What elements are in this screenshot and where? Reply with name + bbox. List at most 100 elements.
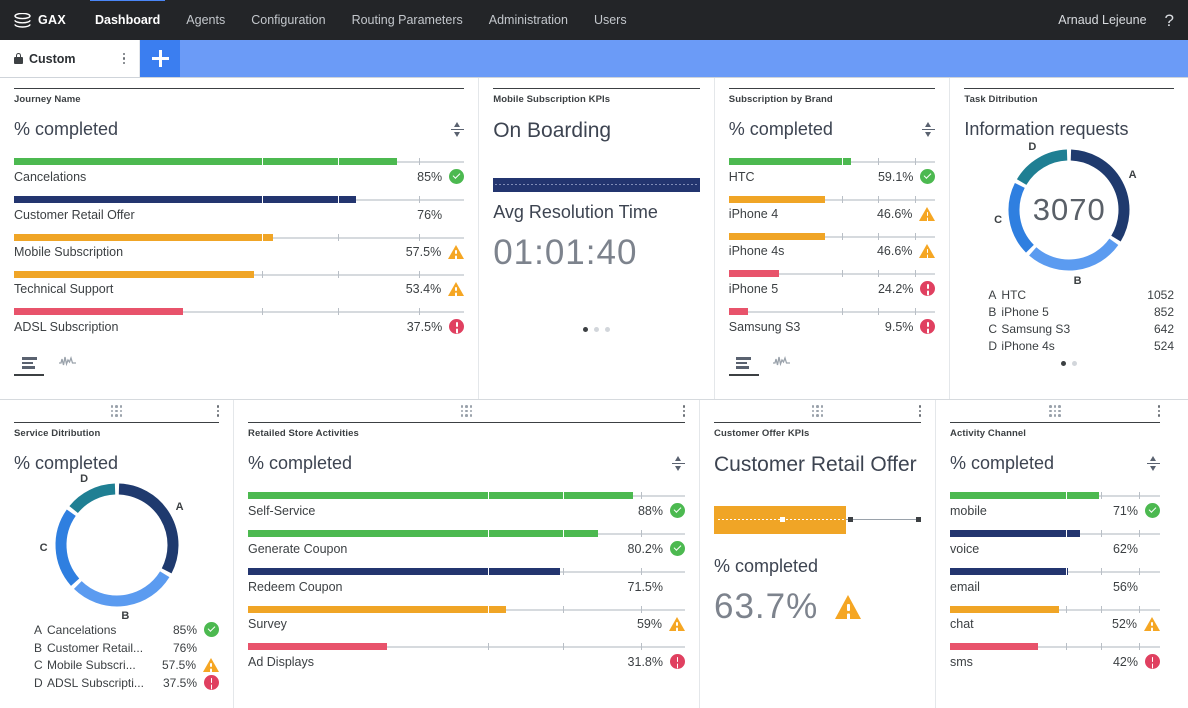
dashboard-tab-custom[interactable]: Custom — [0, 40, 140, 77]
bar-item[interactable]: email56% — [950, 568, 1160, 594]
pager-dot[interactable] — [594, 327, 599, 332]
bar-list: Self-Service88% Generate Coupon80.2% Redee… — [248, 492, 685, 669]
sort-toggle-button[interactable] — [1147, 455, 1160, 472]
bar-item[interactable]: Samsung S39.5% — [729, 308, 936, 334]
bar-tick — [915, 233, 916, 240]
bar-item[interactable]: iPhone 446.6% — [729, 196, 936, 221]
tab-bar-chart[interactable] — [729, 352, 759, 376]
bar-tick — [563, 606, 564, 613]
drag-handle-icon[interactable] — [1049, 405, 1061, 417]
widget-controls — [234, 400, 699, 422]
dashboard-tab-label: Custom — [29, 52, 113, 66]
bar-item[interactable]: Survey59% — [248, 606, 685, 631]
kpi-metric-value-text: 63.7% — [714, 587, 818, 627]
nav-item-dashboard[interactable]: Dashboard — [82, 0, 173, 40]
nav-item-routing-parameters[interactable]: Routing Parameters — [339, 0, 476, 40]
bar-item[interactable]: Ad Displays31.8% — [248, 643, 685, 669]
bar-item[interactable]: Mobile Subscription57.5% — [14, 234, 464, 259]
nav-item-agents[interactable]: Agents — [173, 0, 238, 40]
nav-item-configuration[interactable]: Configuration — [238, 0, 338, 40]
bar-item[interactable]: Customer Retail Offer76% — [14, 196, 464, 222]
gauge-marker-current[interactable] — [848, 517, 853, 522]
bar-row: HTC59.1% — [729, 169, 936, 184]
bar-track — [950, 606, 1160, 613]
drag-handle-icon[interactable] — [461, 405, 473, 417]
donut-segment[interactable] — [77, 574, 164, 601]
success-icon — [670, 503, 685, 518]
bar-tick — [563, 529, 564, 538]
widget-menu-icon[interactable] — [915, 403, 926, 419]
widget-menu-icon[interactable] — [679, 403, 690, 419]
donut-segment[interactable] — [1022, 155, 1067, 182]
bar-item[interactable]: ADSL Subscription37.5% — [14, 308, 464, 334]
donut-segment[interactable] — [118, 489, 172, 571]
bar-fill — [950, 568, 1068, 575]
bar-tick — [915, 270, 916, 277]
dashboard-tab-menu-icon[interactable] — [119, 51, 130, 67]
widget-title: % completed — [729, 119, 833, 140]
bar-item[interactable]: Redeem Coupon71.5% — [248, 568, 685, 594]
bar-tick — [1139, 492, 1140, 499]
bar-value: 42% — [1113, 655, 1138, 669]
bar-row: email56% — [950, 579, 1160, 594]
nav-right: Arnaud Lejeune ? — [1058, 12, 1188, 29]
gauge-marker-mid[interactable] — [780, 517, 785, 522]
bar-tick — [1101, 568, 1102, 575]
donut-segment[interactable] — [1033, 242, 1114, 265]
donut-svg — [54, 482, 180, 608]
tab-sparkline-chart[interactable] — [767, 352, 797, 376]
widget-subtitle: Customer Offer KPIs — [714, 428, 921, 439]
brand[interactable]: GAX — [0, 13, 82, 28]
widget-pager[interactable] — [493, 327, 700, 332]
bar-item[interactable]: Cancelations85% — [14, 158, 464, 184]
user-menu[interactable]: Arnaud Lejeune — [1058, 13, 1146, 27]
gauge-marker-end[interactable] — [916, 517, 921, 522]
drag-handle-icon[interactable] — [111, 405, 123, 417]
widget-menu-icon[interactable] — [213, 403, 224, 419]
widget-subtitle: Subscription by Brand — [729, 94, 936, 105]
pager-dot[interactable] — [1072, 361, 1077, 366]
bar-track — [950, 530, 1160, 537]
tab-bar-chart[interactable] — [14, 352, 44, 376]
bar-item[interactable]: chat52% — [950, 606, 1160, 631]
pager-dot[interactable] — [1061, 361, 1066, 366]
nav-item-administration[interactable]: Administration — [476, 0, 581, 40]
bar-label: Customer Retail Offer — [14, 208, 417, 222]
bar-item[interactable]: Generate Coupon80.2% — [248, 530, 685, 556]
bar-item[interactable]: voice62% — [950, 530, 1160, 556]
bar-item[interactable]: Self-Service88% — [248, 492, 685, 518]
kpi-metric-label: Avg Resolution Time — [493, 202, 700, 223]
nav-items: Dashboard Agents Configuration Routing P… — [82, 0, 640, 40]
drag-handle-icon[interactable] — [812, 405, 824, 417]
legend-name: Customer Retail... — [47, 641, 173, 655]
bar-item[interactable]: sms42% — [950, 643, 1160, 669]
pager-dot[interactable] — [605, 327, 610, 332]
status-empty — [1145, 579, 1160, 594]
widget-pager[interactable] — [964, 361, 1174, 366]
donut-segment-label: A — [1129, 169, 1137, 181]
sort-toggle-button[interactable] — [672, 455, 685, 472]
error-icon — [920, 319, 935, 334]
bar-item[interactable]: iPhone 4s46.6% — [729, 233, 936, 258]
sort-toggle-button[interactable] — [922, 121, 935, 138]
bar-label: Mobile Subscription — [14, 245, 406, 259]
tab-sparkline-chart[interactable] — [52, 352, 82, 376]
widget-rule — [14, 88, 464, 89]
add-dashboard-button[interactable] — [140, 40, 180, 77]
bar-label: iPhone 5 — [729, 282, 878, 296]
bar-item[interactable]: mobile71% — [950, 492, 1160, 518]
donut-segment[interactable] — [61, 513, 75, 583]
bar-item[interactable]: HTC59.1% — [729, 158, 936, 184]
bar-item[interactable]: Technical Support53.4% — [14, 271, 464, 296]
help-icon[interactable]: ? — [1165, 12, 1174, 29]
bar-item[interactable]: iPhone 524.2% — [729, 270, 936, 296]
nav-item-users[interactable]: Users — [581, 0, 640, 40]
bar-tick — [419, 234, 420, 241]
bar-tick — [842, 157, 843, 166]
pager-dot[interactable] — [583, 327, 588, 332]
donut-segment[interactable] — [73, 489, 114, 510]
sort-toggle-button[interactable] — [451, 121, 464, 138]
widget-customer-offer-kpis: Customer Offer KPIs Customer Retail Offe… — [700, 400, 936, 708]
kpi-gauge — [714, 506, 921, 534]
widget-menu-icon[interactable] — [1154, 403, 1165, 419]
